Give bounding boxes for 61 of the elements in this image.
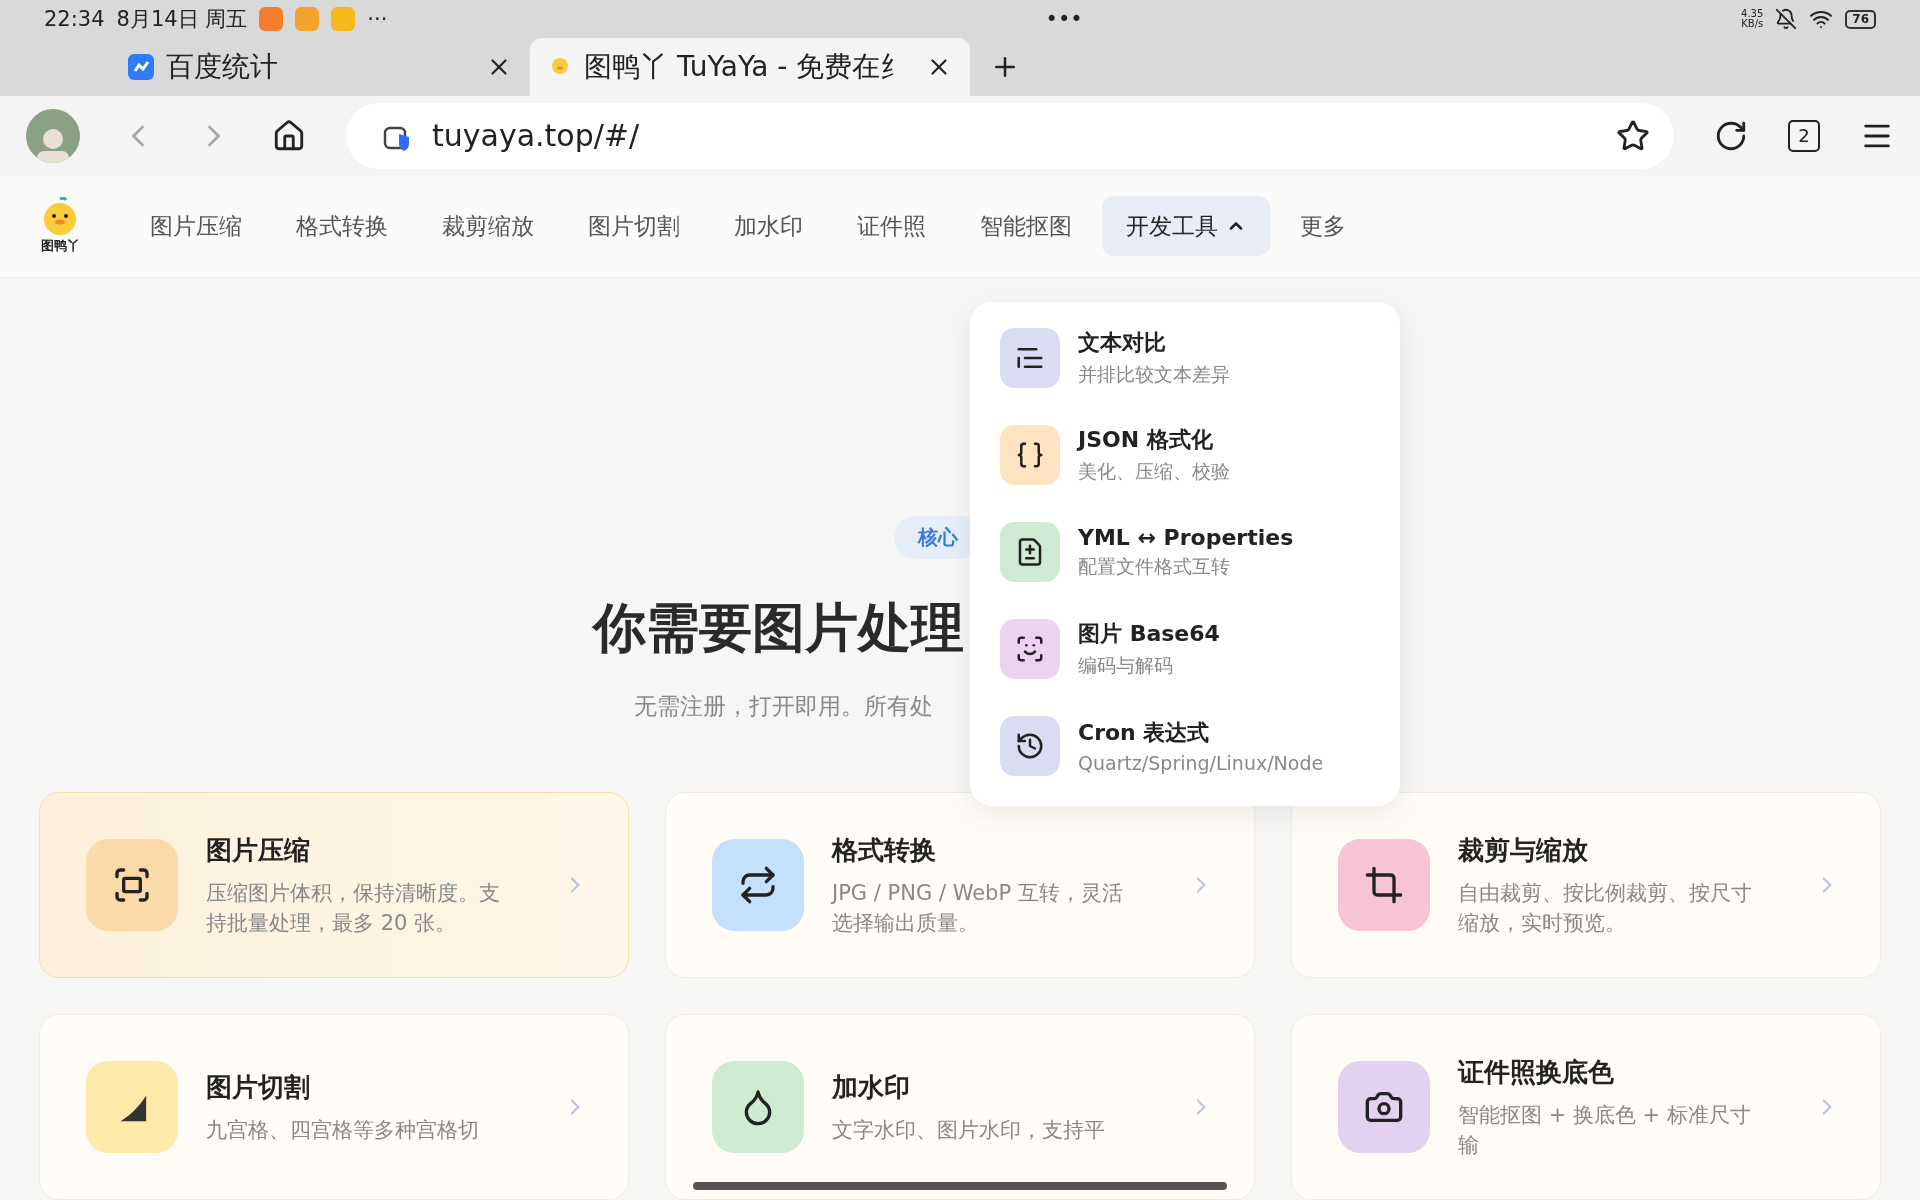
- nav-item[interactable]: 图片压缩: [126, 196, 266, 257]
- menu-item-title[interactable]: JSON 格式化: [1078, 425, 1230, 455]
- card-description: 智能抠图 + 换底色 + 标准尺寸输: [1458, 1101, 1752, 1159]
- repeat-arrows-icon: [738, 865, 778, 905]
- braces-icon: [1015, 440, 1045, 470]
- status-dots: •••: [1045, 7, 1083, 31]
- nav-item[interactable]: 加水印: [710, 196, 827, 257]
- menu-item-subtitle: 并排比较文本差异: [1078, 362, 1230, 387]
- tool-card[interactable]: 格式转换 JPG / PNG / WebP 互转，灵活选择输出质量。: [665, 792, 1255, 978]
- clock-icon: [1015, 731, 1045, 761]
- menu-item-subtitle: 编码与解码: [1078, 653, 1174, 678]
- mute-icon: [1775, 8, 1798, 30]
- nav-item[interactable]: 更多: [1276, 196, 1370, 257]
- nav-item[interactable]: 裁剪缩放: [418, 196, 558, 257]
- tool-card[interactable]: 加水印 文字水印、图片水印，支持平: [665, 1014, 1255, 1200]
- menu-item-title[interactable]: 图片 Base64: [1078, 619, 1220, 649]
- tab-count[interactable]: 2: [1788, 119, 1820, 152]
- card-title: 证件照换底色: [1458, 1055, 1615, 1089]
- face-scan-icon: [1015, 634, 1045, 664]
- menu-item-title[interactable]: 文本对比: [1078, 328, 1230, 358]
- tool-card[interactable]: 图片切割 九宫格、四宫格等多种宫格切: [39, 1014, 629, 1200]
- card-description: JPG / PNG / WebP 互转，灵活选择输出质量。: [832, 879, 1124, 937]
- logo-text: 图鸭丫: [40, 237, 80, 256]
- menu-item-subtitle: Quartz/Spring/Linux/Node: [1078, 752, 1324, 774]
- battery-level: 76: [1845, 9, 1876, 29]
- nav-item[interactable]: 开发工具: [1102, 196, 1270, 257]
- card-title: 加水印: [832, 1070, 911, 1104]
- bookmark-star-icon[interactable]: [1616, 118, 1650, 153]
- card-description: 自由裁剪、按比例裁剪、按尺寸缩放，实时预览。: [1458, 879, 1753, 937]
- hero-title: 你需要图片处理: [593, 596, 964, 660]
- nav-item[interactable]: 格式转换: [272, 196, 412, 257]
- card-title: 格式转换: [832, 833, 937, 867]
- tool-card[interactable]: 裁剪与缩放 自由裁剪、按比例裁剪、按尺寸缩放，实时预览。: [1291, 792, 1881, 978]
- chart-app-icon: [128, 54, 154, 81]
- hero-subtitle: 无需注册，打开即用。所有处: [634, 692, 933, 721]
- network-speed: 4.35 KB/s: [1741, 9, 1764, 29]
- browser-tab[interactable]: 百度统计: [110, 38, 530, 97]
- more-notifications: ···: [367, 7, 388, 31]
- card-description: 压缩图片体积，保持清晰度。支持批量处理，最多 20 张。: [206, 879, 501, 937]
- nav-item[interactable]: 证件照: [833, 196, 950, 257]
- card-title: 图片压缩: [206, 833, 311, 867]
- card-title: 裁剪与缩放: [1458, 833, 1589, 867]
- nav-item[interactable]: 智能抠图: [956, 196, 1096, 257]
- avatar[interactable]: [26, 108, 80, 163]
- menu-item-title[interactable]: YML ↔ Properties: [1078, 524, 1294, 550]
- crop-icon: [1364, 865, 1404, 905]
- card-description: 文字水印、图片水印，支持平: [832, 1116, 1106, 1144]
- menu-item-title[interactable]: Cron 表达式: [1078, 718, 1324, 748]
- address-field[interactable]: tuyaya.top/#/: [346, 102, 1674, 169]
- menu-item-subtitle: 美化、压缩、校验: [1078, 459, 1230, 484]
- card-title: 图片切割: [206, 1070, 311, 1104]
- card-description: 九宫格、四宫格等多种宫格切: [206, 1116, 480, 1144]
- home-icon[interactable]: [272, 118, 306, 153]
- tool-card[interactable]: 图片压缩 压缩图片体积，保持清晰度。支持批量处理，最多 20 张。: [39, 792, 629, 978]
- tool-card[interactable]: 证件照换底色 智能抠图 + 换底色 + 标准尺寸输: [1291, 1014, 1881, 1200]
- frame-icon: [112, 865, 152, 905]
- nav-item[interactable]: 图片切割: [564, 196, 704, 257]
- status-time: 22:34: [44, 7, 105, 31]
- status-date: 8月14日 周五: [116, 6, 248, 33]
- menu-item-subtitle: 配置文件格式互转: [1078, 553, 1231, 579]
- browser-tab[interactable]: 图鸭丫 TuYaYa - 免费在纟: [530, 38, 970, 97]
